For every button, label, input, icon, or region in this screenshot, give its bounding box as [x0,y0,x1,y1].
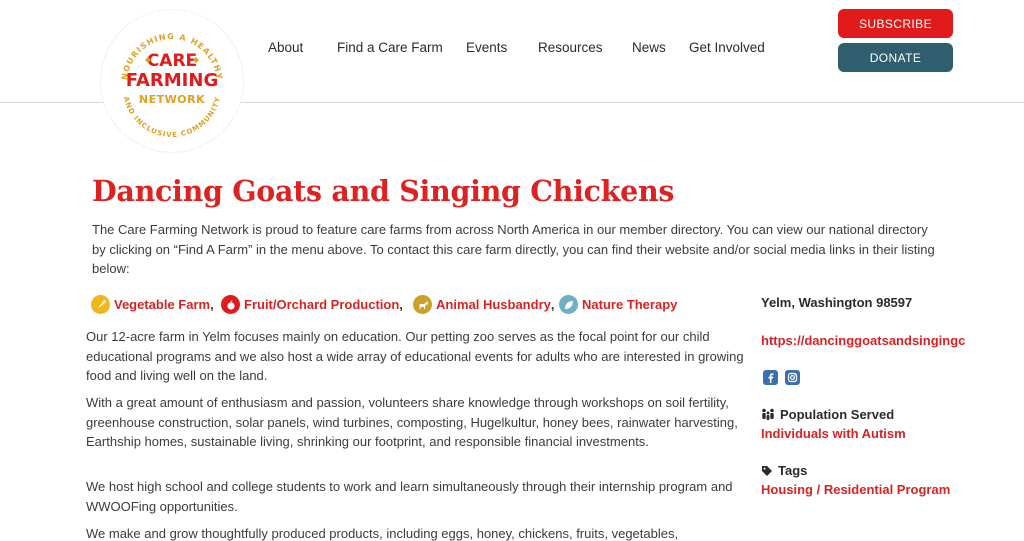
nav-events[interactable]: Events [466,40,507,55]
tags-heading: Tags [761,463,807,478]
category-nature-therapy[interactable]: Nature Therapy [559,294,677,315]
description-paragraph-4: We make and grow thoughtfully produced p… [86,526,679,541]
page-title: Dancing Goats and Singing Chickens [92,174,675,208]
logo-graphic: NOURISHING A HEALTHY AND INCLUSIVE COMMU… [120,32,223,139]
category-vegetable-farm[interactable]: Vegetable Farm, [91,294,214,315]
tag-icon [762,465,772,476]
logo-line-farming: FARMING [126,70,218,91]
farm-website-link[interactable]: https://dancinggoatsandsingingc [761,333,973,348]
farm-location: Yelm, Washington 98597 [761,295,913,310]
category-label: Fruit/Orchard Production [244,297,400,312]
care-farming-network-logo[interactable]: NOURISHING A HEALTHY AND INCLUSIVE COMMU… [101,10,243,152]
category-animal-husbandry[interactable]: Animal Husbandry, [413,294,554,315]
tags-value[interactable]: Housing / Residential Program [761,482,950,497]
nav-find-a-care-farm[interactable]: Find a Care Farm [337,40,443,55]
category-separator: , [399,297,403,312]
leaf-icon [559,295,578,314]
instagram-icon[interactable] [785,370,800,385]
population-served-label: Population Served [780,407,895,422]
nav-resources[interactable]: Resources [538,40,603,55]
logo-line-care: CARE [147,51,197,71]
donate-button[interactable]: DONATE [838,43,953,72]
category-fruit-orchard[interactable]: Fruit/Orchard Production, [221,294,403,315]
goat-icon [413,295,432,314]
nav-get-involved[interactable]: Get Involved [689,40,765,55]
facebook-icon[interactable] [763,370,778,385]
category-list: Vegetable Farm, Fruit/Orchard Production… [91,294,731,315]
tags-label: Tags [778,463,808,478]
intro-text: The Care Farming Network is proud to fea… [92,222,935,276]
apple-icon [221,295,240,314]
population-served-heading: Population Served [761,407,894,422]
subscribe-button[interactable]: SUBSCRIBE [838,9,953,38]
nav-about[interactable]: About [268,40,303,55]
category-label: Nature Therapy [582,297,678,312]
category-label: Animal Husbandry [436,297,551,312]
description-paragraph-1: Our 12-acre farm in Yelm focuses mainly … [86,329,744,383]
nav-news[interactable]: News [632,40,666,55]
carrot-icon [91,295,110,314]
people-icon [762,408,774,420]
description-paragraph-3: We host high school and college students… [86,479,733,514]
category-separator: , [210,297,214,312]
description-paragraph-2: With a great amount of enthusiasm and pa… [86,395,738,449]
site-header: NOURISHING A HEALTHY AND INCLUSIVE COMMU… [0,0,1024,152]
category-separator: , [550,297,555,312]
logo-line-network: NETWORK [139,93,205,106]
category-label: Vegetable Farm [114,297,211,312]
population-served-value[interactable]: Individuals with Autism [761,426,906,441]
